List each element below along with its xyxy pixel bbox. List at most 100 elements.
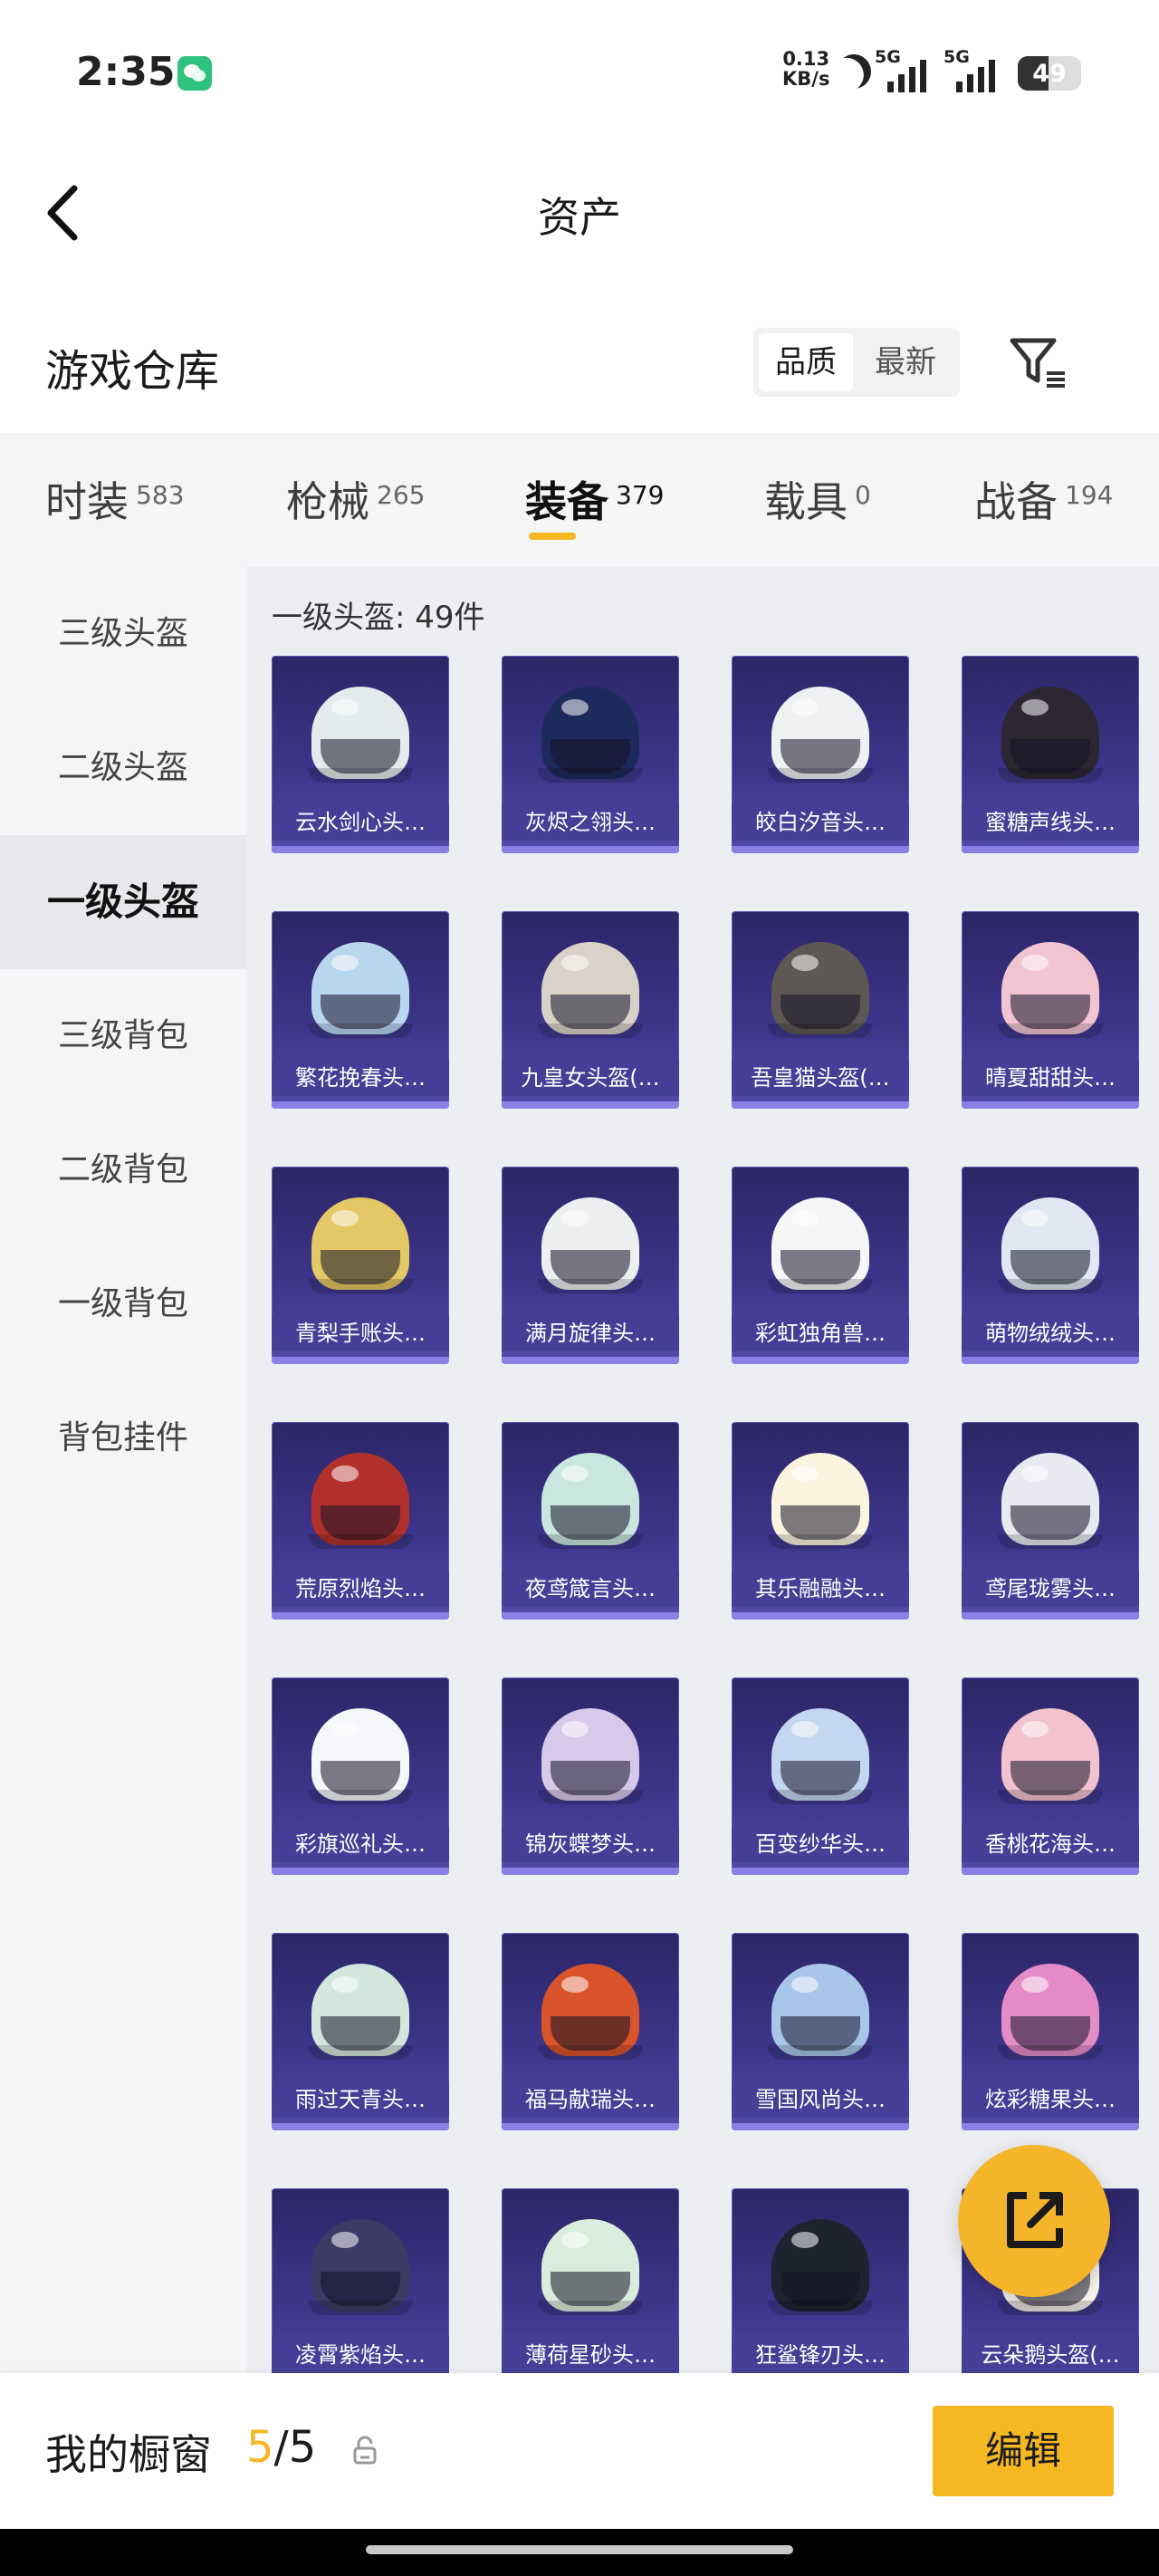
edit-button[interactable]: 编辑 [933, 2406, 1114, 2496]
helmet-icon [768, 1197, 873, 1293]
tab-equipment[interactable]: 装备 379 [525, 469, 664, 529]
tab-count: 583 [136, 480, 185, 510]
sort-by-newest-button[interactable]: 最新 [858, 333, 953, 391]
tab-label: 载具 [764, 477, 848, 526]
item-name: 青梨手账头… [272, 1315, 449, 1351]
showcase-separator: / [273, 2422, 289, 2473]
helmet-item-card[interactable]: 炫彩糖果头… [962, 1933, 1139, 2130]
helmet-item-card[interactable]: 锦灰蝶梦头… [502, 1677, 679, 1875]
item-name: 凌霄紫焰头… [272, 2337, 449, 2373]
item-name: 晴夏甜甜头… [962, 1060, 1139, 1096]
helmet-item-card[interactable]: 荒原烈焰头… [272, 1422, 449, 1620]
item-name: 彩旗巡礼头… [272, 1826, 449, 1862]
helmet-icon [998, 1197, 1103, 1293]
helmet-item-card[interactable]: 蜜糖声线头… [962, 656, 1139, 853]
helmet-icon [998, 1708, 1103, 1804]
item-name: 百变纱华头… [732, 1826, 909, 1862]
helmet-item-card[interactable]: 凌霄紫焰头… [272, 2188, 449, 2379]
helmet-item-card[interactable]: 灰烬之翎头… [502, 656, 679, 853]
helmet-item-card[interactable]: 福马献瑞头… [502, 1933, 679, 2130]
helmet-item-card[interactable]: 吾皇猫头盔(… [732, 911, 909, 1109]
helmet-item-card[interactable]: 晴夏甜甜头… [962, 911, 1139, 1109]
tab-label: 枪械 [286, 477, 369, 526]
helmet-icon [308, 687, 413, 783]
tab-count: 379 [616, 480, 665, 510]
item-name: 云朵鹅头盔(… [962, 2337, 1139, 2373]
helmet-item-card[interactable]: 百变纱华头… [732, 1677, 909, 1875]
item-name: 锦灰蝶梦头… [502, 1826, 679, 1862]
helmet-icon [308, 1453, 413, 1549]
item-name: 狂鲨锋刃头… [732, 2337, 909, 2373]
helmet-item-card[interactable]: 彩虹独角兽… [732, 1167, 909, 1364]
tab-combat-supplies[interactable]: 战备 194 [974, 469, 1113, 529]
helmet-icon [998, 1964, 1103, 2060]
showcase-bar: 我的橱窗 5/5 编辑 [0, 2373, 1159, 2529]
sidebar-item-level2-backpack[interactable]: 二级背包 [0, 1103, 246, 1237]
item-name: 炫彩糖果头… [962, 2081, 1139, 2118]
sidebar-item-level3-backpack[interactable]: 三级背包 [0, 969, 246, 1103]
item-name: 九皇女头盔(… [502, 1060, 679, 1096]
item-name: 蜜糖声线头… [962, 804, 1139, 841]
sort-by-quality-button[interactable]: 品质 [759, 333, 853, 391]
helmet-icon [768, 942, 873, 1038]
section-heading: 一级头盔: 49件 [272, 600, 485, 636]
helmet-item-card[interactable]: 皎白汐音头… [732, 656, 909, 853]
helmet-item-card[interactable]: 香桃花海头… [962, 1677, 1139, 1875]
helmet-icon [538, 2219, 643, 2315]
tab-count: 194 [1065, 480, 1114, 510]
helmet-item-card[interactable]: 青梨手账头… [272, 1167, 449, 1364]
sidebar-item-level3-helmet[interactable]: 三级头盔 [0, 567, 246, 701]
item-name: 繁花挽春头… [272, 1060, 449, 1096]
battery-icon: 49 [1018, 56, 1081, 91]
battery-percentage: 49 [1032, 60, 1067, 88]
helmet-icon [538, 942, 643, 1038]
helmet-item-card[interactable]: 夜鸢箴言头… [502, 1422, 679, 1620]
helmet-icon [308, 2219, 413, 2315]
helmet-icon [538, 1197, 643, 1293]
helmet-item-card[interactable]: 萌物绒绒头… [962, 1167, 1139, 1364]
network-speed-unit: KB/s [782, 68, 830, 90]
tab-count: 265 [377, 480, 426, 510]
sidebar-item-level1-backpack[interactable]: 一级背包 [0, 1237, 246, 1371]
signal-label: 5G [875, 47, 901, 67]
item-name: 福马献瑞头… [502, 2081, 679, 2118]
sidebar-item-level2-helmet[interactable]: 二级头盔 [0, 701, 246, 835]
signal-strength-icon: 5G [943, 47, 1001, 92]
helmet-item-card[interactable]: 彩旗巡礼头… [272, 1677, 449, 1875]
tab-fashion[interactable]: 时装 583 [45, 469, 184, 529]
home-indicator[interactable] [366, 2545, 793, 2554]
helmet-icon [538, 1453, 643, 1549]
tab-vehicles[interactable]: 载具 0 [764, 469, 871, 529]
helmet-item-card[interactable]: 鸢尾珑雾头… [962, 1422, 1139, 1620]
helmet-item-card[interactable]: 九皇女头盔(… [502, 911, 679, 1109]
helmet-icon [308, 1708, 413, 1804]
helmet-icon [998, 1453, 1103, 1549]
helmet-item-card[interactable]: 薄荷星砂头… [502, 2188, 679, 2379]
item-name: 云水剑心头… [272, 804, 449, 841]
item-name: 皎白汐音头… [732, 804, 909, 841]
item-name: 萌物绒绒头… [962, 1315, 1139, 1351]
showcase-count: 5/5 [246, 2422, 316, 2473]
filter-icon[interactable] [1007, 333, 1070, 391]
helmet-item-card[interactable]: 其乐融融头… [732, 1422, 909, 1620]
status-bar: 2:35 0.13 KB/s 5G 5G 49 [0, 0, 1159, 145]
sidebar-item-backpack-charm[interactable]: 背包挂件 [0, 1371, 246, 1505]
lock-icon [351, 2435, 378, 2465]
subcategory-sidebar: 三级头盔 二级头盔 一级头盔 三级背包 二级背包 一级背包 背包挂件 [0, 567, 246, 2379]
helmet-item-card[interactable]: 满月旋律头… [502, 1167, 679, 1364]
helmet-item-card[interactable]: 雨过天青头… [272, 1933, 449, 2130]
item-name: 夜鸢箴言头… [502, 1571, 679, 1607]
helmet-item-card[interactable]: 繁花挽春头… [272, 911, 449, 1109]
tab-firearms[interactable]: 枪械 265 [286, 469, 425, 529]
helmet-item-card[interactable]: 雪国风尚头… [732, 1933, 909, 2130]
system-navigation-area [0, 2529, 1159, 2576]
helmet-item-card[interactable]: 狂鲨锋刃头… [732, 2188, 909, 2379]
helmet-item-card[interactable]: 云水剑心头… [272, 656, 449, 853]
tab-label: 装备 [525, 477, 608, 526]
sidebar-item-level1-helmet[interactable]: 一级头盔 [0, 835, 246, 969]
status-time: 2:35 [76, 49, 176, 95]
item-name: 香桃花海头… [962, 1826, 1139, 1862]
item-name: 雨过天青头… [272, 2081, 449, 2118]
share-button[interactable] [958, 2145, 1110, 2297]
item-name: 吾皇猫头盔(… [732, 1060, 909, 1096]
